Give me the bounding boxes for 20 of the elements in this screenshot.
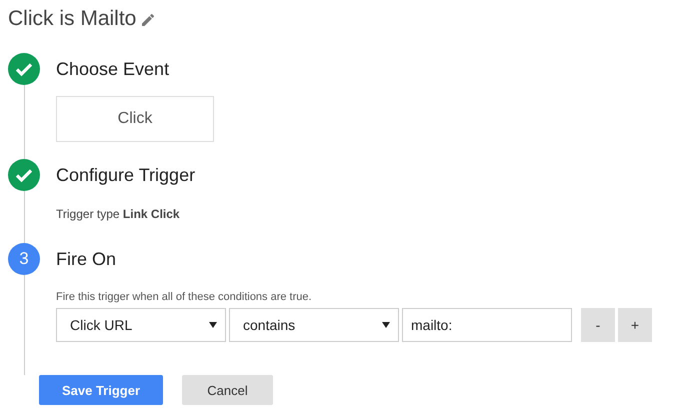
- check-circle-icon: [8, 159, 40, 191]
- cancel-button[interactable]: Cancel: [182, 375, 273, 405]
- trigger-type-text: Trigger type Link Click: [56, 207, 181, 221]
- value-input[interactable]: mailto:: [402, 308, 572, 342]
- save-button[interactable]: Save Trigger: [39, 375, 163, 405]
- trigger-title: Click is Mailto: [8, 7, 136, 31]
- step-title: Configure Trigger: [56, 164, 196, 187]
- dropdown-caret-icon: [382, 322, 390, 328]
- check-circle-icon: [8, 53, 40, 85]
- pencil-icon[interactable]: [142, 14, 154, 26]
- step-title: Choose Event: [56, 58, 170, 81]
- dropdown-caret-icon: [209, 322, 217, 328]
- add-condition-button[interactable]: +: [618, 308, 652, 342]
- conditions-description: Fire this trigger when all of these conditions are true.: [56, 291, 313, 303]
- step-title: Fire On: [56, 248, 118, 271]
- remove-condition-button[interactable]: -: [581, 308, 615, 342]
- event-card[interactable]: Click: [56, 96, 214, 142]
- step-number: 3: [8, 243, 40, 275]
- operator-dropdown[interactable]: contains: [229, 308, 399, 342]
- variable-dropdown[interactable]: Click URL: [56, 308, 226, 342]
